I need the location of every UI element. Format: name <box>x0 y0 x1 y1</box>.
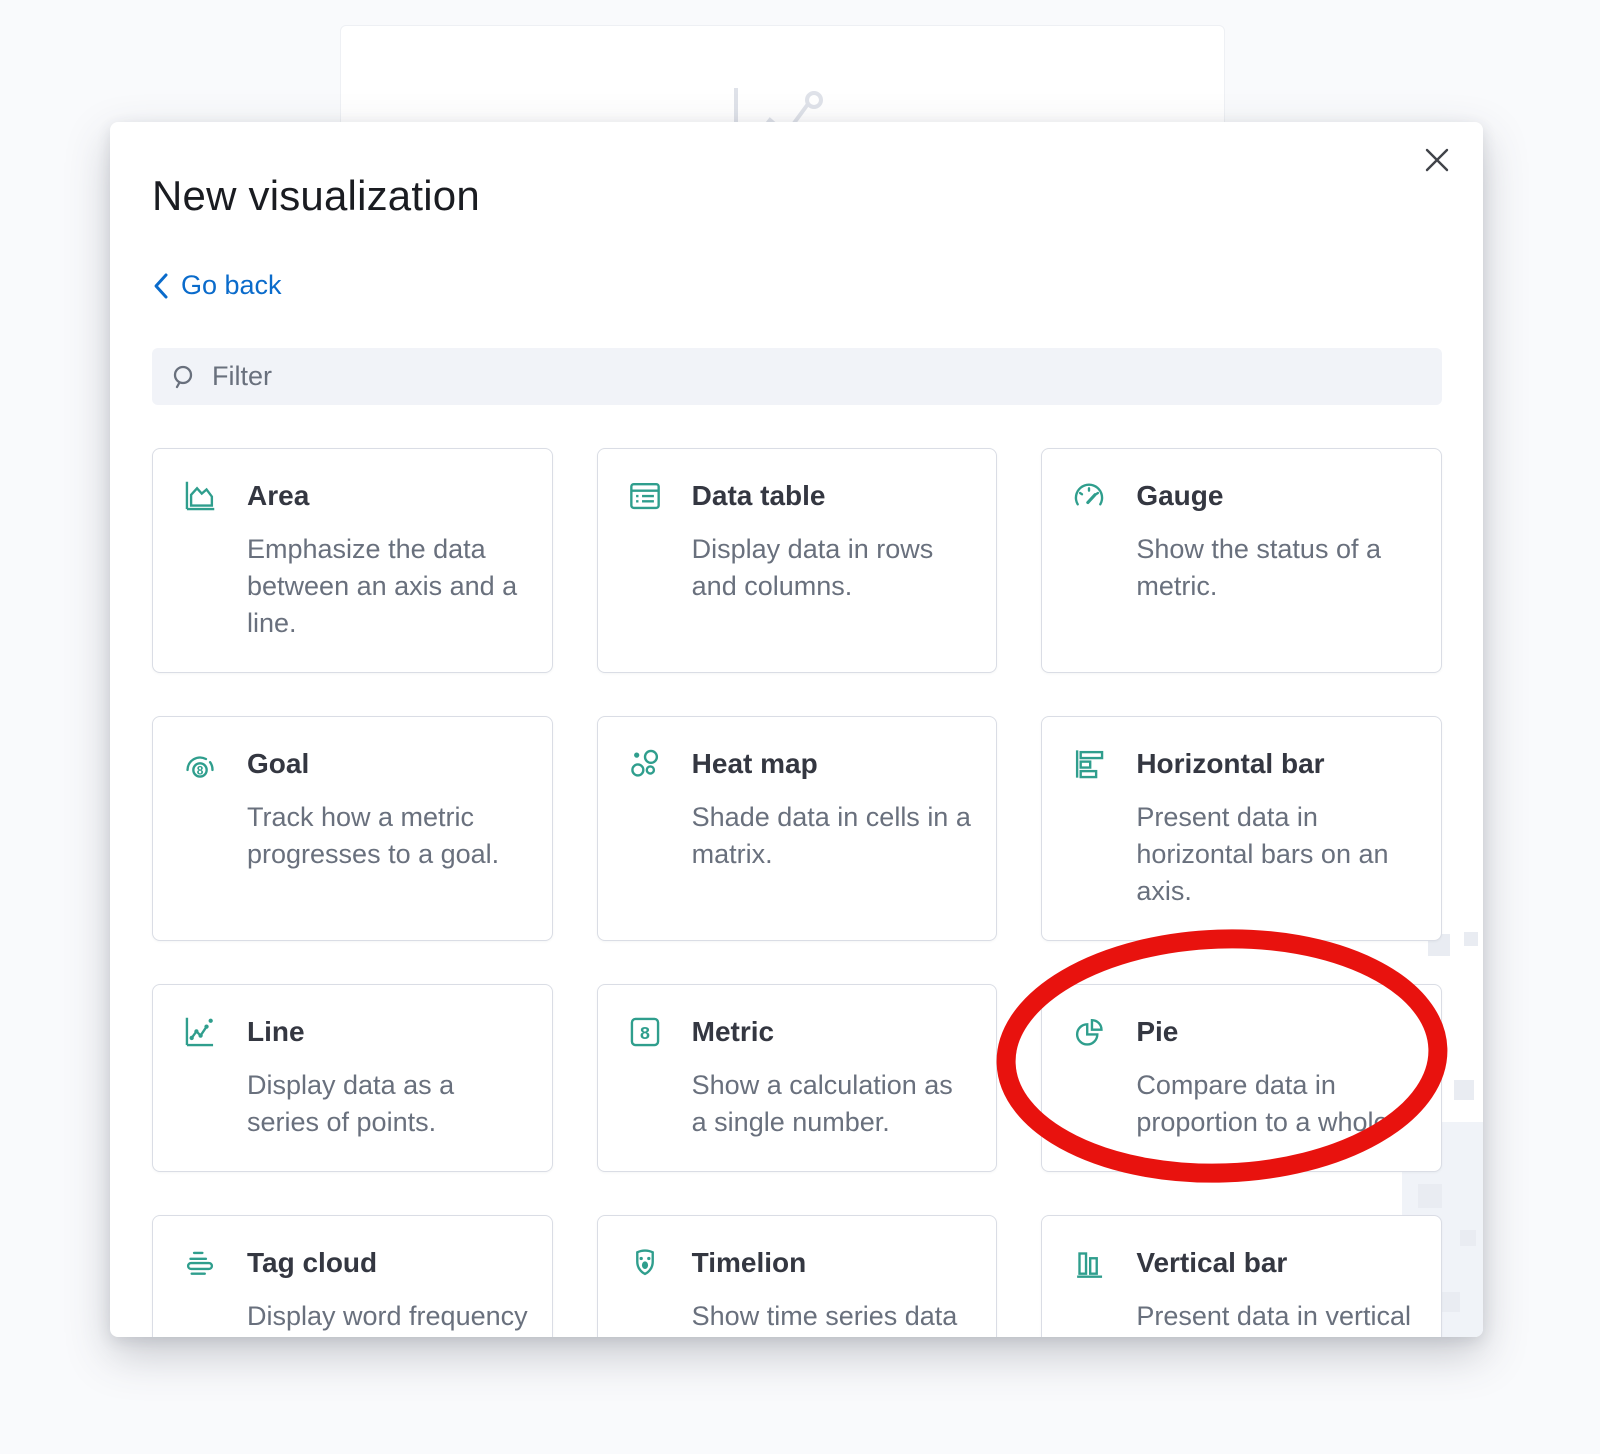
line-chart-icon <box>181 1013 219 1051</box>
horizontal-bar-icon <box>1070 745 1108 783</box>
vis-card-gauge[interactable]: Gauge Show the status of a metric. <box>1041 448 1442 673</box>
vis-card-description: Show the status of a metric. <box>1136 531 1417 605</box>
heat-map-icon <box>626 745 664 783</box>
vis-card-goal[interactable]: 8 Goal Track how a metric progresses to … <box>152 716 553 941</box>
chevron-left-icon <box>152 272 169 300</box>
data-table-icon <box>626 477 664 515</box>
vis-card-description: Track how a metric progresses to a goal. <box>247 799 528 873</box>
filter-input[interactable] <box>212 361 1424 392</box>
svg-text:8: 8 <box>197 764 204 778</box>
vis-card-description: Display data in rows and columns. <box>692 531 973 605</box>
modal-title: New visualization <box>152 172 480 220</box>
vis-card-description: Show time series data on a graph. <box>692 1298 973 1337</box>
gauge-icon <box>1070 477 1108 515</box>
vis-card-title: Data table <box>692 480 826 512</box>
vis-card-description: Present data in horizontal bars on an ax… <box>1136 799 1417 910</box>
vis-card-description: Compare data in proportion to a whole. <box>1136 1067 1417 1141</box>
vis-card-data-table[interactable]: Data table Display data in rows and colu… <box>597 448 998 673</box>
pie-chart-icon <box>1070 1013 1108 1051</box>
vis-card-metric[interactable]: 8 Metric Show a calculation as a single … <box>597 984 998 1172</box>
vis-type-grid: Area Emphasize the data between an axis … <box>152 448 1442 1337</box>
vis-card-heat-map[interactable]: Heat map Shade data in cells in a matrix… <box>597 716 998 941</box>
vis-card-title: Timelion <box>692 1247 807 1279</box>
vis-card-title: Heat map <box>692 748 818 780</box>
vis-card-title: Tag cloud <box>247 1247 377 1279</box>
go-back-link[interactable]: Go back <box>152 270 282 301</box>
vis-card-title: Line <box>247 1016 305 1048</box>
vis-card-description: Present data in vertical bars on an axis… <box>1136 1298 1417 1337</box>
vis-card-title: Pie <box>1136 1016 1178 1048</box>
metric-icon: 8 <box>626 1013 664 1051</box>
vis-card-horizontal-bar[interactable]: Horizontal bar Present data in horizonta… <box>1041 716 1442 941</box>
timelion-icon <box>626 1244 664 1282</box>
vis-card-description: Display word frequency with font size. <box>247 1298 528 1337</box>
vis-card-title: Gauge <box>1136 480 1223 512</box>
filter-search-box <box>152 348 1442 405</box>
vis-card-title: Area <box>247 480 309 512</box>
new-visualization-modal: New visualization Go back Area E <box>110 122 1483 1337</box>
vis-card-line[interactable]: Line Display data as a series of points. <box>152 984 553 1172</box>
goal-icon: 8 <box>181 745 219 783</box>
vis-card-pie[interactable]: Pie Compare data in proportion to a whol… <box>1041 984 1442 1172</box>
area-chart-icon <box>181 477 219 515</box>
go-back-label: Go back <box>181 270 282 301</box>
svg-text:8: 8 <box>640 1023 650 1043</box>
vis-card-description: Show a calculation as a single number. <box>692 1067 973 1141</box>
close-icon[interactable] <box>1419 142 1455 178</box>
vis-card-description: Emphasize the data between an axis and a… <box>247 531 528 642</box>
vis-card-title: Horizontal bar <box>1136 748 1324 780</box>
vis-card-vertical-bar[interactable]: Vertical bar Present data in vertical ba… <box>1041 1215 1442 1337</box>
vis-card-description: Display data as a series of points. <box>247 1067 528 1141</box>
tag-cloud-icon <box>181 1244 219 1282</box>
search-icon <box>170 363 198 391</box>
vis-card-description: Shade data in cells in a matrix. <box>692 799 973 873</box>
vis-card-area[interactable]: Area Emphasize the data between an axis … <box>152 448 553 673</box>
vis-card-tag-cloud[interactable]: Tag cloud Display word frequency with fo… <box>152 1215 553 1337</box>
vis-card-timelion[interactable]: Timelion Show time series data on a grap… <box>597 1215 998 1337</box>
vis-card-title: Vertical bar <box>1136 1247 1287 1279</box>
vis-card-title: Metric <box>692 1016 774 1048</box>
vis-card-title: Goal <box>247 748 309 780</box>
vertical-bar-icon <box>1070 1244 1108 1282</box>
